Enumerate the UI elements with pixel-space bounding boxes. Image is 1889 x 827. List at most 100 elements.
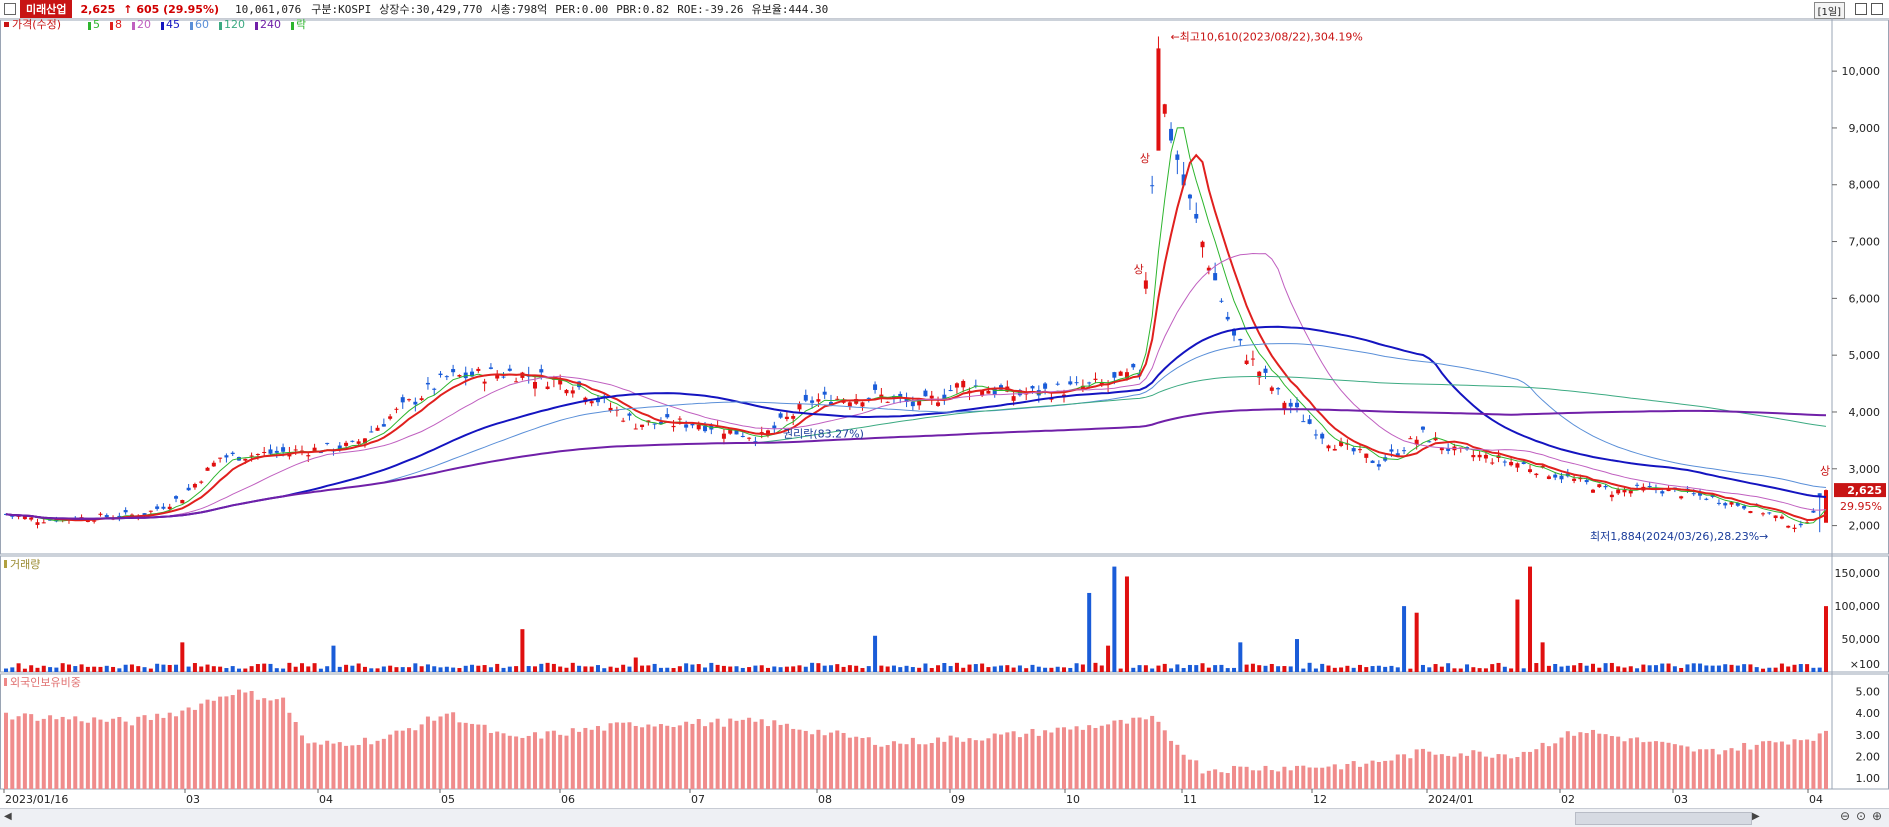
scroll-right-icon[interactable]: ▶: [1752, 811, 1760, 822]
foreign-bar: [1597, 733, 1602, 789]
volume-bar: [1603, 663, 1608, 672]
foreign-legend-title: 외국인보유비중: [10, 676, 81, 689]
foreign-bar: [1024, 733, 1029, 789]
zoom-out-icon[interactable]: ⊖: [1840, 809, 1850, 823]
foreign-bar: [1565, 731, 1570, 789]
candle-body: [388, 416, 393, 419]
price-tick-label: 9,000: [1849, 122, 1881, 135]
candle-body: [1043, 383, 1048, 389]
stock-name[interactable]: 미래산업: [20, 0, 73, 18]
candle-body: [92, 520, 97, 522]
foreign-bar: [1232, 765, 1237, 789]
volume-bar: [904, 665, 909, 672]
candle-body: [1767, 512, 1772, 514]
foreign-bar: [797, 729, 802, 789]
candle-body: [1118, 371, 1123, 376]
foreign-bar: [407, 728, 412, 789]
foreign-bar: [1200, 773, 1205, 789]
foreign-bar: [1742, 742, 1747, 789]
candle-body: [627, 413, 632, 416]
foreign-bar: [539, 738, 544, 789]
volume-bar: [356, 663, 361, 672]
scroll-left-icon[interactable]: ◀: [4, 811, 12, 822]
foreign-bar: [1043, 730, 1048, 789]
window-menu-icon[interactable]: [4, 3, 16, 15]
volume-bar: [35, 667, 40, 672]
volume-bar: [362, 666, 367, 672]
volume-bar: [425, 664, 430, 672]
volume-bar: [388, 665, 393, 672]
zoom-reset-icon[interactable]: ⊙: [1856, 809, 1866, 823]
foreign-bar: [1326, 766, 1331, 789]
volume-bar: [835, 664, 840, 672]
candle-body: [1313, 434, 1318, 436]
candle-body: [1326, 445, 1331, 449]
foreign-bar: [4, 712, 8, 789]
foreign-bar: [287, 712, 292, 789]
stock-chart[interactable]: 2,000 3,000 4,000 5,000 6,000 7,000 8,000 9,000…: [0, 18, 1889, 808]
foreign-bar: [992, 733, 997, 789]
candle-body: [1798, 523, 1803, 526]
low-annotation: 최저1,884(2024/03/26),28.23%→: [1590, 530, 1768, 543]
volume-bar: [1112, 566, 1117, 672]
volume-bar: [148, 668, 153, 672]
x-tick-label: 03: [1674, 793, 1688, 806]
candle-body: [1742, 506, 1747, 509]
foreign-bar: [186, 707, 191, 789]
foreign-bar: [1351, 761, 1356, 789]
candle-body: [986, 390, 991, 394]
candle-body: [866, 397, 871, 399]
volume-bar: [1672, 666, 1677, 672]
volume-bar: [847, 665, 852, 672]
volume-bar: [337, 666, 342, 672]
candle-body: [1584, 480, 1589, 483]
volume-bar: [784, 666, 789, 672]
candle-body: [696, 424, 701, 430]
volume-bar: [325, 666, 330, 672]
foreign-bar: [986, 738, 991, 789]
foreign-bar: [665, 725, 670, 789]
volume-bar: [180, 642, 185, 672]
foreign-bar: [293, 722, 298, 789]
volume-bar: [828, 665, 833, 672]
candle-body: [350, 440, 355, 442]
volume-bar: [948, 666, 953, 672]
volume-bar: [671, 668, 676, 672]
foreign-bar: [1276, 771, 1281, 789]
restore-window-icon[interactable]: [1855, 3, 1867, 15]
foreign-bar: [1439, 754, 1444, 789]
foreign-bar: [1698, 749, 1703, 789]
volume-bar: [274, 668, 279, 672]
candle-body: [161, 506, 166, 509]
foreign-bar: [866, 737, 871, 789]
foreign-bar: [747, 717, 752, 789]
volume-bar: [262, 663, 267, 672]
close-window-icon[interactable]: [1871, 3, 1883, 15]
foreign-bar: [362, 737, 367, 789]
foreign-bar: [1124, 723, 1129, 789]
foreign-bar: [1181, 754, 1186, 789]
volume-bar: [923, 663, 928, 672]
price-tick-label: 7,000: [1849, 236, 1881, 249]
candle-body: [22, 516, 27, 520]
foreign-bar: [1609, 736, 1614, 789]
foreign-bar: [1420, 748, 1425, 789]
foreign-bar: [898, 743, 903, 789]
foreign-bar: [1263, 765, 1268, 789]
volume-bar: [400, 667, 405, 672]
foreign-bar: [281, 697, 286, 789]
x-tick-label: 09: [951, 793, 965, 806]
candle-body: [476, 368, 481, 371]
foreign-bar: [1118, 719, 1123, 789]
candle-body: [1534, 473, 1539, 476]
foreign-bar: [388, 734, 393, 789]
candle-body: [1773, 515, 1778, 519]
chart-scrollbar[interactable]: ◀ ▶ ⊖ ⊙ ⊕: [0, 808, 1889, 827]
candle-body: [1590, 489, 1595, 493]
zoom-in-icon[interactable]: ⊕: [1872, 809, 1882, 823]
foreign-bar: [1723, 750, 1728, 789]
period-selector[interactable]: [1일]: [1813, 2, 1845, 19]
scroll-thumb[interactable]: [1575, 812, 1752, 825]
foreign-bar: [218, 696, 223, 789]
foreign-bar: [942, 741, 947, 789]
